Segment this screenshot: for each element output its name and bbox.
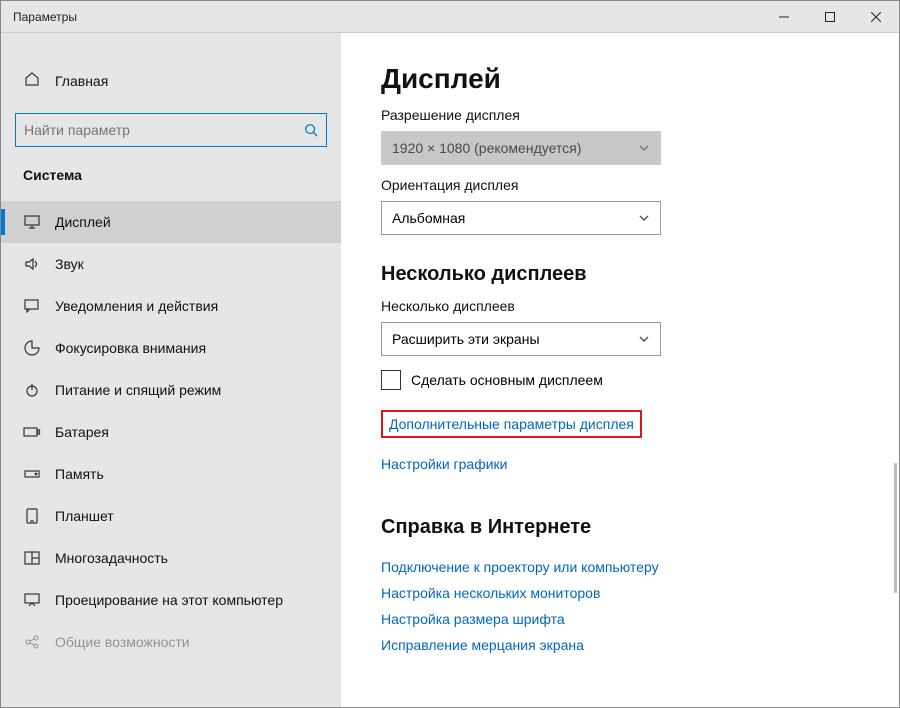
sidebar-item-label: Проецирование на этот компьютер xyxy=(55,592,283,608)
nav-list: Дисплей Звук Уведомления и действия Фоку… xyxy=(1,201,341,663)
storage-icon xyxy=(23,468,41,480)
home-button[interactable]: Главная xyxy=(11,55,331,113)
sidebar-item-label: Батарея xyxy=(55,424,109,440)
close-button[interactable] xyxy=(853,1,899,32)
main-content: Дисплей Разрешение дисплея 1920 × 1080 (… xyxy=(341,33,899,707)
search-icon xyxy=(304,123,318,137)
help-link-flicker[interactable]: Исправление мерцания экрана xyxy=(381,637,859,653)
resolution-value: 1920 × 1080 (рекомендуется) xyxy=(392,140,581,156)
titlebar: Параметры xyxy=(1,1,899,33)
power-icon xyxy=(23,382,41,398)
resolution-label: Разрешение дисплея xyxy=(381,107,859,123)
sidebar-item-tablet[interactable]: Планшет xyxy=(1,495,341,537)
sidebar-item-label: Общие возможности xyxy=(55,634,190,650)
orientation-dropdown[interactable]: Альбомная xyxy=(381,201,661,235)
multi-heading: Несколько дисплеев xyxy=(381,263,859,286)
projecting-icon xyxy=(23,593,41,607)
resolution-dropdown[interactable]: 1920 × 1080 (рекомендуется) xyxy=(381,131,661,165)
sidebar-item-display[interactable]: Дисплей xyxy=(1,201,341,243)
shared-icon xyxy=(23,635,41,649)
multi-value: Расширить эти экраны xyxy=(392,331,540,347)
sidebar: Главная Система Дисплей Звук xyxy=(1,33,341,707)
sidebar-item-storage[interactable]: Память xyxy=(1,453,341,495)
notifications-icon xyxy=(23,299,41,313)
help-links: Подключение к проектору или компьютеру Н… xyxy=(381,559,859,653)
scrollbar-thumb[interactable] xyxy=(894,463,897,593)
multitask-icon xyxy=(23,551,41,565)
orientation-label: Ориентация дисплея xyxy=(381,177,859,193)
window-controls xyxy=(761,1,899,32)
sidebar-item-shared[interactable]: Общие возможности xyxy=(1,621,341,663)
sidebar-item-battery[interactable]: Батарея xyxy=(1,411,341,453)
focus-icon xyxy=(23,340,41,356)
sidebar-item-label: Звук xyxy=(55,256,84,272)
maximize-button[interactable] xyxy=(807,1,853,32)
display-icon xyxy=(23,215,41,229)
help-link-projector[interactable]: Подключение к проектору или компьютеру xyxy=(381,559,859,575)
sidebar-item-notifications[interactable]: Уведомления и действия xyxy=(1,285,341,327)
settings-window: Параметры Главная Система xyxy=(0,0,900,708)
home-label: Главная xyxy=(55,73,108,89)
sound-icon xyxy=(23,257,41,271)
home-icon xyxy=(23,71,41,87)
window-title: Параметры xyxy=(1,10,77,24)
advanced-display-link[interactable]: Дополнительные параметры дисплея xyxy=(381,410,642,438)
help-link-fontsize[interactable]: Настройка размера шрифта xyxy=(381,611,859,627)
window-body: Главная Система Дисплей Звук xyxy=(1,33,899,707)
sidebar-item-power[interactable]: Питание и спящий режим xyxy=(1,369,341,411)
primary-display-checkbox[interactable] xyxy=(381,370,401,390)
sidebar-item-sound[interactable]: Звук xyxy=(1,243,341,285)
graphics-settings-link[interactable]: Настройки графики xyxy=(381,456,859,472)
sidebar-item-label: Многозадачность xyxy=(55,550,168,566)
sidebar-item-label: Планшет xyxy=(55,508,114,524)
orientation-value: Альбомная xyxy=(392,210,465,226)
sidebar-item-focus[interactable]: Фокусировка внимания xyxy=(1,327,341,369)
tablet-icon xyxy=(23,508,41,524)
help-link-monitors[interactable]: Настройка нескольких мониторов xyxy=(381,585,859,601)
search-box[interactable] xyxy=(15,113,327,147)
chevron-down-icon xyxy=(638,142,650,154)
battery-icon xyxy=(23,426,41,438)
category-label: Система xyxy=(11,167,331,201)
multi-label: Несколько дисплеев xyxy=(381,298,859,314)
sidebar-item-label: Питание и спящий режим xyxy=(55,382,221,398)
sidebar-item-label: Память xyxy=(55,466,104,482)
help-heading: Справка в Интернете xyxy=(381,516,859,539)
sidebar-item-label: Дисплей xyxy=(55,214,111,230)
sidebar-item-label: Уведомления и действия xyxy=(55,298,218,314)
chevron-down-icon xyxy=(638,212,650,224)
minimize-button[interactable] xyxy=(761,1,807,32)
multi-dropdown[interactable]: Расширить эти экраны xyxy=(381,322,661,356)
primary-display-row[interactable]: Сделать основным дисплеем xyxy=(381,370,859,390)
chevron-down-icon xyxy=(638,333,650,345)
search-input[interactable] xyxy=(24,122,304,138)
primary-display-label: Сделать основным дисплеем xyxy=(411,372,603,388)
sidebar-item-projecting[interactable]: Проецирование на этот компьютер xyxy=(1,579,341,621)
sidebar-item-multitask[interactable]: Многозадачность xyxy=(1,537,341,579)
page-title: Дисплей xyxy=(381,63,859,95)
sidebar-item-label: Фокусировка внимания xyxy=(55,340,206,356)
